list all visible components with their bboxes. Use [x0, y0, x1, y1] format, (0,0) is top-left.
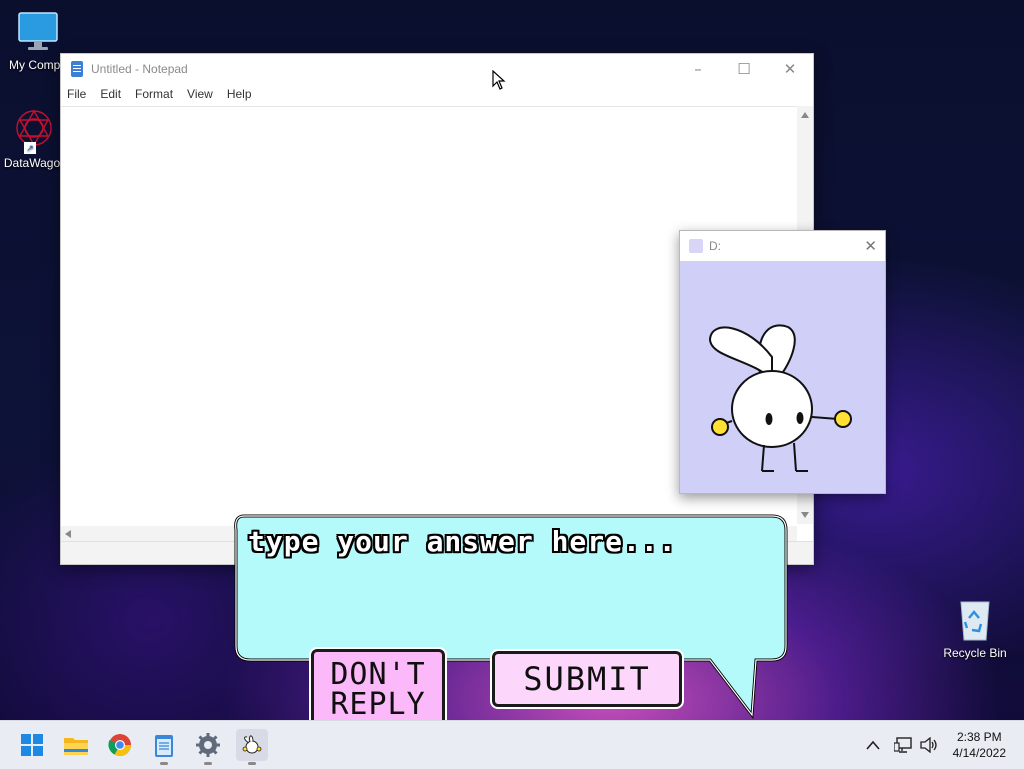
start-button[interactable] — [16, 729, 48, 761]
running-indicator — [204, 762, 212, 765]
menu-edit[interactable]: Edit — [100, 87, 121, 101]
menu-format[interactable]: Format — [135, 87, 173, 101]
scroll-down-icon[interactable] — [801, 512, 809, 518]
dont-reply-label-1: DON'T — [330, 657, 426, 692]
submit-button[interactable]: SUBMIT — [490, 649, 684, 709]
scroll-left-icon[interactable] — [65, 530, 71, 538]
menu-help[interactable]: Help — [227, 87, 252, 101]
bunny-canvas — [680, 261, 885, 493]
tray-volume[interactable] — [919, 721, 939, 769]
menu-file[interactable]: File — [67, 87, 86, 101]
minimize-icon: – — [694, 60, 702, 78]
bunny-character-icon — [708, 324, 852, 472]
notepad-icon — [71, 61, 83, 77]
bunny-window-title-bar[interactable]: D: — [680, 231, 885, 260]
desktop-icon-recycle-bin[interactable]: Recycle Bin — [937, 596, 1013, 660]
bunny-icon — [689, 238, 703, 253]
taskbar-bunny[interactable] — [236, 729, 268, 765]
recycle-bin-icon — [953, 596, 997, 642]
bunny-window: D: ✕ — [679, 230, 886, 494]
scroll-up-icon[interactable] — [801, 112, 809, 118]
mouse-cursor-icon — [492, 69, 506, 94]
close-icon: ✕ — [783, 60, 797, 78]
speaker-icon — [920, 737, 937, 753]
windows-start-icon — [21, 734, 43, 756]
network-icon — [894, 737, 912, 753]
notepad-icon — [155, 735, 173, 757]
dont-reply-button[interactable]: DON'T REPLY — [309, 647, 447, 731]
running-indicator — [248, 762, 256, 765]
taskbar-file-explorer[interactable] — [60, 729, 92, 761]
answer-input[interactable]: type your answer here... — [248, 525, 768, 558]
close-icon: ✕ — [864, 237, 877, 255]
gear-icon — [196, 733, 220, 757]
taskbar-chrome[interactable] — [104, 729, 136, 761]
minimize-button[interactable]: – — [675, 54, 721, 84]
bunny-window-title: D: — [709, 238, 721, 253]
bunny-icon — [242, 735, 262, 754]
chrome-icon — [108, 734, 131, 756]
shortcut-arrow-icon: ↗ — [24, 142, 36, 154]
chevron-up-icon — [866, 740, 880, 750]
maximize-button[interactable]: ☐ — [721, 54, 767, 84]
running-indicator — [160, 762, 168, 765]
tray-overflow-button[interactable] — [866, 721, 880, 769]
taskbar-settings[interactable] — [192, 729, 224, 765]
clock-date: 4/14/2022 — [952, 746, 1006, 760]
dont-reply-label-2: REPLY — [330, 687, 426, 722]
taskbar-notepad[interactable] — [148, 729, 180, 765]
menu-view[interactable]: View — [187, 87, 213, 101]
taskbar-clock[interactable]: 2:38 PM 4/14/2022 — [953, 729, 1006, 761]
notepad-title: Untitled - Notepad — [91, 62, 188, 76]
close-button[interactable]: ✕ — [767, 54, 813, 84]
monitor-icon — [16, 10, 60, 54]
folder-icon — [64, 738, 88, 755]
desktop-icon-label: Recycle Bin — [943, 646, 1007, 660]
datawagon-icon: ↗ — [10, 104, 58, 154]
taskbar: 2:38 PM 4/14/2022 — [0, 720, 1024, 769]
notepad-menu-bar: File Edit Format View Help — [61, 84, 813, 104]
tray-network[interactable] — [894, 721, 912, 769]
clock-time: 2:38 PM — [956, 730, 1002, 744]
bunny-close-button[interactable]: ✕ — [864, 237, 877, 255]
maximize-icon: ☐ — [737, 60, 751, 78]
